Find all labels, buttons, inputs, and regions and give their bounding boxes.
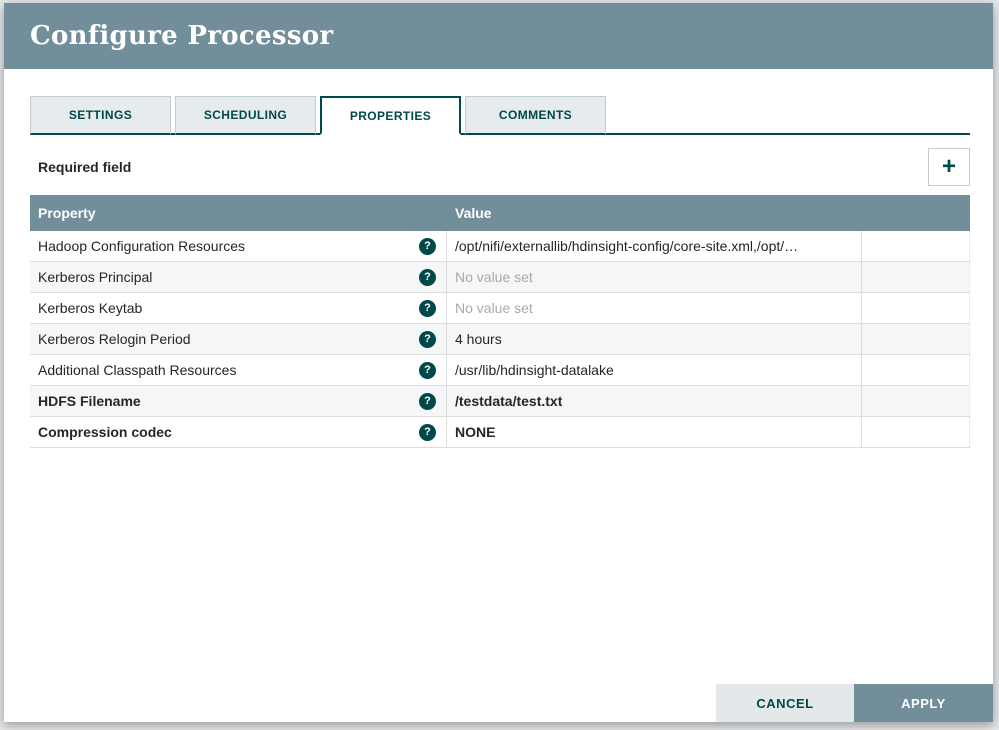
tab-comments[interactable]: COMMENTS	[465, 96, 606, 135]
dialog-footer: CANCEL APPLY	[716, 684, 993, 722]
table-body: Hadoop Configuration Resources ? /opt/ni…	[30, 231, 970, 448]
property-value: No value set	[455, 300, 533, 316]
property-extra-cell	[862, 231, 970, 261]
question-circle-icon: ?	[419, 238, 436, 255]
property-name-cell: Compression codec ?	[30, 417, 447, 447]
apply-button[interactable]: APPLY	[854, 684, 993, 722]
property-extra-cell	[862, 262, 970, 292]
property-value-cell[interactable]: NONE	[447, 417, 862, 447]
question-circle-icon: ?	[419, 300, 436, 317]
table-row[interactable]: Hadoop Configuration Resources ? /opt/ni…	[30, 231, 970, 262]
table-row[interactable]: Kerberos Principal ? No value set	[30, 262, 970, 293]
property-extra-cell	[862, 293, 970, 323]
question-circle-icon: ?	[419, 331, 436, 348]
dialog-header: Configure Processor	[4, 3, 993, 69]
property-value-cell[interactable]: /testdata/test.txt	[447, 386, 862, 416]
property-name: Kerberos Relogin Period	[38, 331, 419, 347]
dialog-title: Configure Processor	[30, 21, 333, 51]
property-name: Hadoop Configuration Resources	[38, 238, 419, 254]
property-value: NONE	[455, 424, 495, 440]
tab-settings[interactable]: SETTINGS	[30, 96, 171, 135]
property-value-cell[interactable]: /usr/lib/hdinsight-datalake	[447, 355, 862, 385]
property-value-cell[interactable]: 4 hours	[447, 324, 862, 354]
table-row[interactable]: Compression codec ? NONE	[30, 417, 970, 448]
tab-scheduling[interactable]: SCHEDULING	[175, 96, 316, 135]
properties-table: Property Value Hadoop Configuration Reso…	[30, 195, 970, 448]
property-value: /testdata/test.txt	[455, 393, 562, 409]
property-value: /opt/nifi/externallib/hdinsight-config/c…	[455, 238, 798, 254]
question-circle-icon: ?	[419, 424, 436, 441]
property-value-cell[interactable]: No value set	[447, 293, 862, 323]
property-value-cell[interactable]: No value set	[447, 262, 862, 292]
property-extra-cell	[862, 355, 970, 385]
property-value: 4 hours	[455, 331, 502, 347]
cancel-button[interactable]: CANCEL	[716, 684, 854, 722]
property-value-cell[interactable]: /opt/nifi/externallib/hdinsight-config/c…	[447, 231, 862, 261]
property-value: /usr/lib/hdinsight-datalake	[455, 362, 614, 378]
tab-bar: SETTINGSSCHEDULINGPROPERTIESCOMMENTS	[30, 96, 970, 135]
question-circle-icon: ?	[419, 393, 436, 410]
question-circle-icon: ?	[419, 362, 436, 379]
property-extra-cell	[862, 417, 970, 447]
property-name: Compression codec	[38, 424, 419, 440]
table-header-row: Property Value	[30, 195, 970, 231]
property-name-cell: Hadoop Configuration Resources ?	[30, 231, 447, 261]
column-header-value: Value	[447, 205, 862, 221]
table-row[interactable]: HDFS Filename ? /testdata/test.txt	[30, 386, 970, 417]
property-extra-cell	[862, 324, 970, 354]
property-name: Additional Classpath Resources	[38, 362, 419, 378]
property-extra-cell	[862, 386, 970, 416]
property-name-cell: Kerberos Principal ?	[30, 262, 447, 292]
configure-processor-dialog: Configure Processor SETTINGSSCHEDULINGPR…	[4, 3, 993, 722]
question-circle-icon: ?	[419, 269, 436, 286]
tab-properties[interactable]: PROPERTIES	[320, 96, 461, 135]
properties-toolbar: Required field +	[30, 148, 970, 186]
table-row[interactable]: Additional Classpath Resources ? /usr/li…	[30, 355, 970, 386]
property-name: Kerberos Principal	[38, 269, 419, 285]
add-property-button[interactable]: +	[928, 148, 970, 186]
plus-icon: +	[942, 155, 956, 179]
table-row[interactable]: Kerberos Keytab ? No value set	[30, 293, 970, 324]
table-row[interactable]: Kerberos Relogin Period ? 4 hours	[30, 324, 970, 355]
property-name: HDFS Filename	[38, 393, 419, 409]
property-name-cell: Additional Classpath Resources ?	[30, 355, 447, 385]
property-name-cell: Kerberos Relogin Period ?	[30, 324, 447, 354]
property-name-cell: HDFS Filename ?	[30, 386, 447, 416]
property-name-cell: Kerberos Keytab ?	[30, 293, 447, 323]
property-value: No value set	[455, 269, 533, 285]
dialog-body: SETTINGSSCHEDULINGPROPERTIESCOMMENTS Req…	[4, 69, 993, 448]
column-header-property: Property	[30, 205, 447, 221]
property-name: Kerberos Keytab	[38, 300, 419, 316]
required-field-label: Required field	[30, 159, 131, 175]
